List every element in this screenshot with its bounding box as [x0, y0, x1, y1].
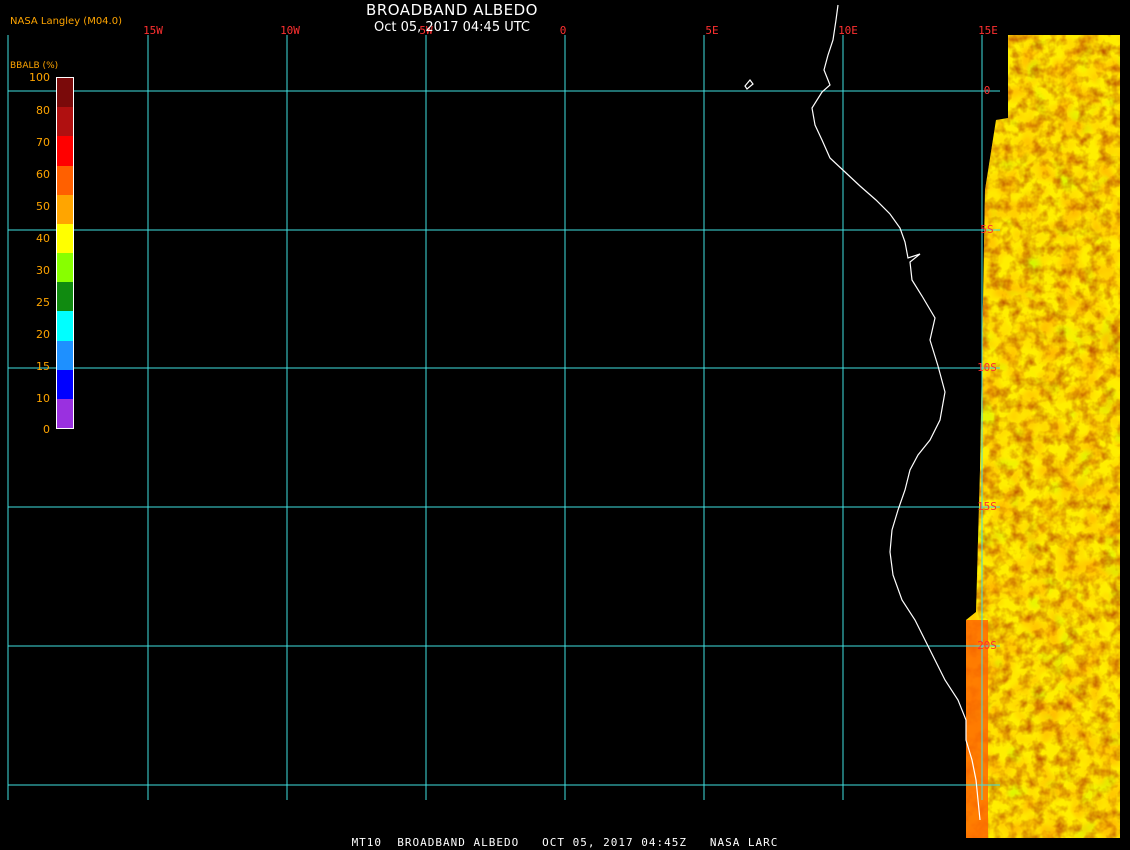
colorbar-segment — [57, 398, 73, 429]
colorbar-tick-label: 15 — [36, 360, 50, 373]
colorbar-tick-label: 40 — [36, 232, 50, 245]
latitude-label: 15S — [977, 500, 997, 513]
footer-caption: MT10 BROADBAND ALBEDO OCT 05, 2017 04:45… — [351, 836, 779, 849]
colorbar-tick-label: 60 — [36, 168, 50, 181]
colorbar-tick-label: 80 — [36, 104, 50, 117]
map-canvas: 15W 10W 5W 0 5E 10E 15E05S10S15S20S — [7, 4, 1120, 838]
latitude-label: 5S — [980, 223, 993, 236]
colorbar-label: BBALB (%) — [10, 61, 59, 71]
lat-lon-grid — [7, 35, 1000, 800]
colorbar-segment — [57, 282, 73, 312]
grid-labels: 15W 10W 5W 0 5E 10E 15E05S10S15S20S — [143, 24, 998, 652]
map-viewer: 15W 10W 5W 0 5E 10E 15E 0 5S 10S 15S 20S BROADBAND … — [0, 0, 1130, 850]
longitude-label: 15E — [978, 24, 998, 37]
colorbar-segment — [57, 340, 73, 370]
colorbar-segment — [57, 194, 73, 224]
colorbar-segment — [57, 107, 73, 137]
colorbar-segment — [57, 223, 73, 254]
colorbar-tick-label: 30 — [36, 264, 50, 277]
colorbar-tick-label: 10 — [36, 392, 50, 405]
colorbar-segment — [57, 136, 73, 166]
latitude-label: 10S — [977, 361, 997, 374]
colorbar-segment — [57, 165, 73, 195]
latitude-label: 20S — [977, 639, 997, 652]
map-timestamp: Oct 05, 2017 04:45 UTC — [374, 20, 530, 35]
colorbar-tick-label: 20 — [36, 328, 50, 341]
colorbar-tick-label: 50 — [36, 200, 50, 213]
colorbar-tick-label: 25 — [36, 296, 50, 309]
coastline — [744, 4, 981, 821]
colorbar-tick-label: 100 — [29, 71, 50, 84]
colorbar-tick-label: 0 — [43, 423, 50, 436]
colorbar — [56, 77, 74, 429]
colorbar-tick-label: 70 — [36, 136, 50, 149]
colorbar-segment — [57, 369, 73, 399]
credit-label: NASA Langley (M04.0) — [10, 16, 122, 27]
colorbar-segment — [57, 78, 73, 108]
map-title: BROADBAND ALBEDO — [366, 1, 538, 19]
albedo-imagery — [966, 35, 1120, 838]
colorbar-segment — [57, 253, 73, 283]
latitude-label: 0 — [984, 84, 991, 97]
colorbar-segment — [57, 311, 73, 341]
